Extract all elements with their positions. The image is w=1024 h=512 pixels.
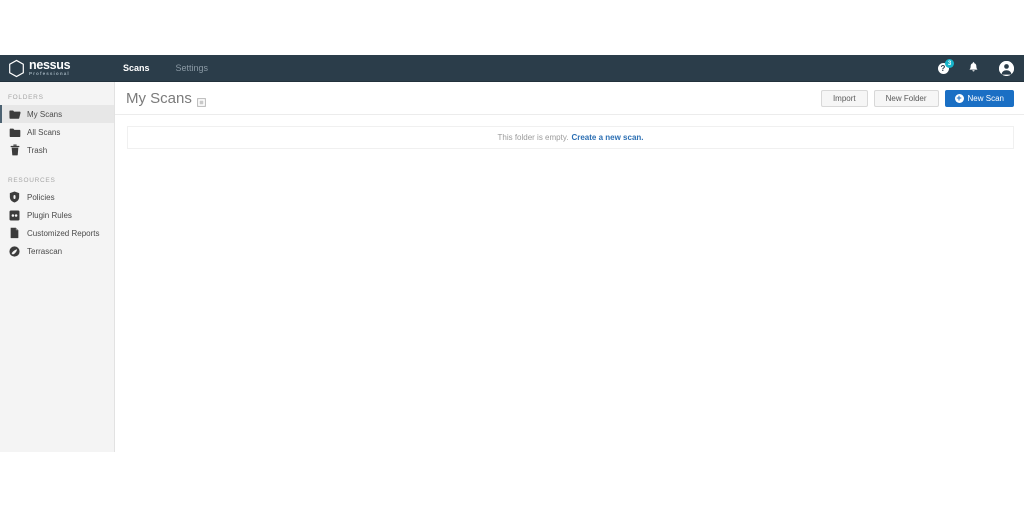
empty-state-message: This folder is empty. <box>497 133 569 142</box>
sidebar-item-label: Terrascan <box>27 246 63 256</box>
nav-item-settings[interactable]: Settings <box>163 55 222 82</box>
browser-top-gap <box>0 0 1024 55</box>
sidebar-item-label: All Scans <box>27 127 61 137</box>
sidebar-section-resources-title: RESOURCES <box>8 177 56 184</box>
sidebar-item-plugin-rules[interactable]: Plugin Rules <box>0 206 114 224</box>
sidebar-item-terrascan[interactable]: Terrascan <box>0 242 114 260</box>
sidebar-section-folders-title: FOLDERS <box>8 94 44 101</box>
document-icon <box>8 227 21 240</box>
trash-icon <box>8 144 21 157</box>
empty-state-box: This folder is empty. Create a new scan. <box>127 126 1014 149</box>
main-content: My Scans Import New Folder + New Scan Th… <box>115 82 1024 512</box>
brand-name: nessus <box>29 57 71 72</box>
app-body: FOLDERS My Scans All Scans Trash RESOURC… <box>0 82 1024 512</box>
sidebar-item-my-scans[interactable]: My Scans <box>0 105 114 123</box>
page-title-text: My Scans <box>126 89 192 107</box>
hexagon-icon <box>8 59 25 78</box>
sidebar-item-label: My Scans <box>27 109 63 119</box>
new-scan-label: New Scan <box>967 93 1004 103</box>
sidebar-item-customized-reports[interactable]: Customized Reports <box>0 224 114 242</box>
edit-square-icon[interactable] <box>196 94 206 107</box>
header-actions: ? 3 <box>928 55 1024 82</box>
sidebar-item-label: Trash <box>27 145 48 155</box>
help-button[interactable]: ? 3 <box>928 55 958 82</box>
new-folder-button[interactable]: New Folder <box>873 89 939 107</box>
page-title: My Scans <box>126 90 206 107</box>
page-header: My Scans Import New Folder + New Scan <box>115 82 1024 115</box>
folder-open-icon <box>8 108 21 121</box>
page-actions: Import New Folder + New Scan <box>820 89 1014 107</box>
shield-icon <box>8 191 21 204</box>
primary-nav: Scans Settings <box>110 55 221 82</box>
brand-logo[interactable]: nessus Professional <box>0 55 105 82</box>
plugin-rules-icon <box>8 209 21 222</box>
sidebar: FOLDERS My Scans All Scans Trash RESOURC… <box>0 82 115 452</box>
create-new-scan-link[interactable]: Create a new scan. <box>571 133 643 142</box>
terrascan-icon <box>8 245 21 258</box>
content-area: This folder is empty. Create a new scan. <box>115 115 1024 149</box>
new-scan-button[interactable]: + New Scan <box>944 89 1014 107</box>
nav-item-scans[interactable]: Scans <box>110 55 163 82</box>
sidebar-item-label: Plugin Rules <box>27 210 72 220</box>
folder-icon <box>8 126 21 139</box>
bell-icon <box>968 62 979 75</box>
plus-circle-icon: + <box>954 93 964 103</box>
import-button[interactable]: Import <box>820 89 868 107</box>
sidebar-item-label: Customized Reports <box>27 228 100 238</box>
app-header: nessus Professional Scans Settings ? 3 <box>0 55 1024 82</box>
user-avatar-icon <box>998 61 1014 76</box>
sidebar-item-all-scans[interactable]: All Scans <box>0 123 114 141</box>
nessus-app-window: nessus Professional Scans Settings ? 3 F… <box>0 0 1024 512</box>
account-button[interactable] <box>988 55 1024 82</box>
sidebar-item-trash[interactable]: Trash <box>0 141 114 159</box>
sidebar-item-label: Policies <box>27 192 55 202</box>
sidebar-item-policies[interactable]: Policies <box>0 188 114 206</box>
help-badge: 3 <box>945 59 954 68</box>
brand-subtitle: Professional <box>29 71 70 77</box>
notifications-button[interactable] <box>958 55 988 82</box>
